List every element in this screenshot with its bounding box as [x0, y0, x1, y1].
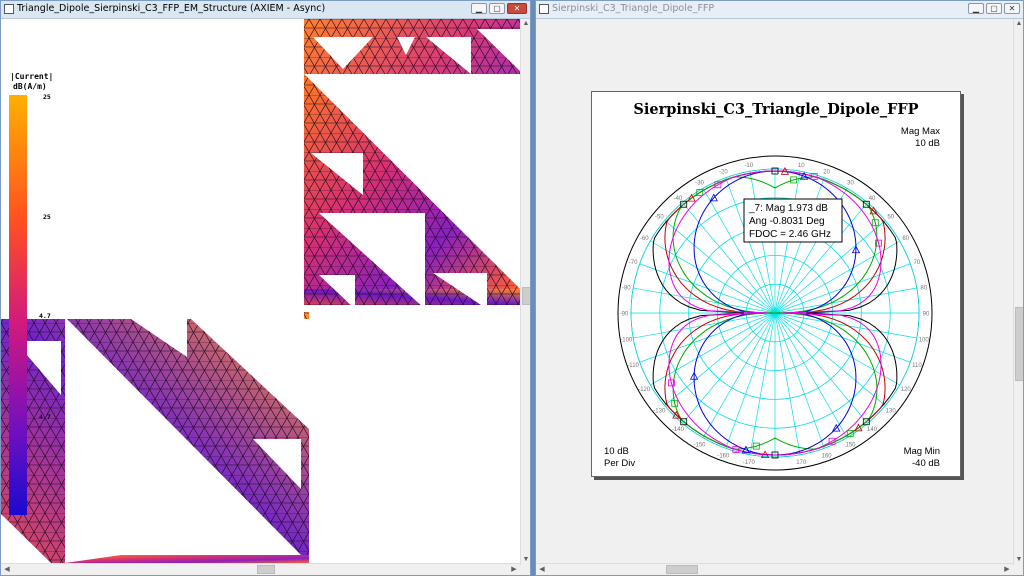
marker-line-2: Ang -0.8031 Deg — [749, 216, 825, 227]
vertical-scroll-thumb[interactable] — [522, 287, 530, 305]
scroll-right-arrow[interactable]: ▶ — [508, 565, 520, 575]
per-div-value: 10 dB — [604, 446, 629, 457]
minimize-button[interactable]: ▁ — [968, 3, 984, 14]
polar-angle-label: 20 — [823, 170, 830, 176]
marker-readout-box[interactable]: _7: Mag 1.973 dB Ang -0.8031 Deg FDOC = … — [743, 198, 843, 243]
polar-angle-label: 50 — [887, 214, 894, 220]
polar-graph-window[interactable]: Sierpinski_C3_Triangle_Dipole_FFP ▁ ▢ ✕ Si… — [535, 0, 1024, 576]
window-app-icon — [4, 4, 14, 14]
scroll-down-arrow[interactable]: ▼ — [520, 555, 530, 565]
polar-angle-label: 110 — [912, 363, 922, 369]
marker-line-3: FDOC = 2.46 GHz — [749, 229, 831, 240]
polar-angle-label: -120 — [638, 387, 651, 393]
polar-angle-label: -150 — [693, 442, 706, 448]
polar-angle-label: 30 — [847, 181, 854, 187]
mesh-upper-structure — [1, 19, 520, 319]
polar-angle-label: 140 — [867, 427, 878, 433]
mag-min-value: -40 dB — [912, 458, 940, 469]
polar-angle-label: -30 — [695, 181, 704, 187]
legend-tick-1: 25 — [43, 93, 51, 101]
polar-angle-label: -50 — [655, 214, 664, 220]
polar-graph-client: Sierpinski_C3_Triangle_Dipole_FFP Mag Ma… — [536, 19, 1013, 575]
graph-title: Sierpinski_C3_Triangle_Dipole_FFP — [633, 101, 918, 118]
window-app-icon — [539, 4, 549, 14]
close-button[interactable]: ✕ — [1004, 3, 1020, 14]
maximize-button[interactable]: ▢ — [986, 3, 1002, 14]
polar-angle-label: 120 — [901, 387, 912, 393]
maximize-button[interactable]: ▢ — [489, 3, 505, 14]
minimize-button[interactable]: ▁ — [471, 3, 487, 14]
polar-angle-label: 100 — [919, 338, 930, 344]
legend-tick-3: 4.7 — [39, 312, 51, 320]
legend-tick-2: 25 — [43, 213, 51, 221]
polar-angle-label: 90 — [923, 312, 930, 318]
mag-max-label: Mag Max — [901, 126, 940, 137]
polar-angle-label: -110 — [627, 363, 639, 369]
vertical-scroll-thumb[interactable] — [1015, 307, 1023, 381]
scroll-up-arrow[interactable]: ▲ — [520, 19, 530, 29]
polar-angle-label: 60 — [902, 236, 909, 242]
polar-angle-label: -140 — [672, 427, 685, 433]
polar-angle-label: -10 — [744, 163, 753, 169]
em-structure-vertical-scrollbar[interactable]: ▲ ▼ — [520, 19, 530, 565]
polar-angle-label: 40 — [869, 196, 876, 202]
horizontal-scroll-thumb[interactable] — [257, 565, 275, 574]
polar-graph-horizontal-scrollbar[interactable]: ◀ ▶ — [536, 563, 1013, 575]
scroll-down-arrow[interactable]: ▼ — [1013, 555, 1023, 565]
polar-angle-label: -80 — [622, 285, 631, 291]
polar-angle-label: 150 — [845, 442, 856, 448]
legend-title: |Current| — [10, 72, 53, 81]
polar-angle-label: 70 — [914, 260, 921, 266]
polar-graph-panel[interactable]: Sierpinski_C3_Triangle_Dipole_FFP Mag Ma… — [591, 91, 961, 477]
em-structure-horizontal-scrollbar[interactable]: ◀ ▶ — [1, 563, 520, 575]
polar-angle-label: -160 — [717, 453, 730, 459]
polar-angle-label: -90 — [620, 312, 629, 318]
scroll-up-arrow[interactable]: ▲ — [1013, 19, 1023, 29]
polar-graph-titlebar[interactable]: Sierpinski_C3_Triangle_Dipole_FFP ▁ ▢ ✕ — [536, 1, 1023, 19]
horizontal-scroll-thumb[interactable] — [666, 565, 698, 574]
marker-line-1: _7: Mag 1.973 dB — [748, 203, 828, 214]
polar-angle-label: 160 — [822, 453, 833, 459]
polar-angle-label: -70 — [629, 260, 638, 266]
legend-unit: dB(A/m) — [13, 82, 47, 91]
polar-angle-label: 10 — [798, 163, 805, 169]
polar-angle-label: -60 — [640, 236, 649, 242]
em-structure-window[interactable]: Triangle_Dipole_Sierpinski_C3_FFP_EM_Str… — [0, 0, 531, 576]
polar-graph-window-title: Sierpinski_C3_Triangle_Dipole_FFP — [552, 3, 715, 14]
per-div-label: Per Div — [604, 458, 635, 469]
scroll-right-arrow[interactable]: ▶ — [1001, 565, 1013, 575]
mag-min-label: Mag Min — [904, 446, 940, 457]
mesh-lower-structure — [1, 305, 520, 563]
mag-max-value: 10 dB — [915, 138, 940, 149]
polar-angle-label: -170 — [743, 460, 756, 466]
sierpinski-mesh-view[interactable]: |Current| dB(A/m) 25 25 4.7 4.7 — [1, 19, 520, 563]
scroll-left-arrow[interactable]: ◀ — [536, 565, 548, 575]
em-structure-title: Triangle_Dipole_Sierpinski_C3_FFP_EM_Str… — [17, 3, 326, 14]
polar-angle-label: -130 — [653, 409, 666, 415]
em-structure-titlebar[interactable]: Triangle_Dipole_Sierpinski_C3_FFP_EM_Str… — [1, 1, 530, 19]
polar-graph-vertical-scrollbar[interactable]: ▲ ▼ — [1013, 19, 1023, 565]
polar-angle-label: -100 — [620, 338, 633, 344]
legend-tick-4: 4.7 — [39, 413, 51, 421]
close-button[interactable]: ✕ — [507, 3, 527, 14]
polar-angle-label: 170 — [796, 460, 807, 466]
polar-angle-label: 130 — [886, 409, 897, 415]
polar-angle-label: -20 — [719, 170, 728, 176]
polar-plot[interactable]: Sierpinski_C3_Triangle_Dipole_FFP Mag Ma… — [592, 92, 960, 476]
em-structure-canvas[interactable]: |Current| dB(A/m) 25 25 4.7 4.7 — [1, 19, 520, 563]
polar-angle-label: 80 — [920, 285, 927, 291]
scroll-left-arrow[interactable]: ◀ — [1, 565, 13, 575]
